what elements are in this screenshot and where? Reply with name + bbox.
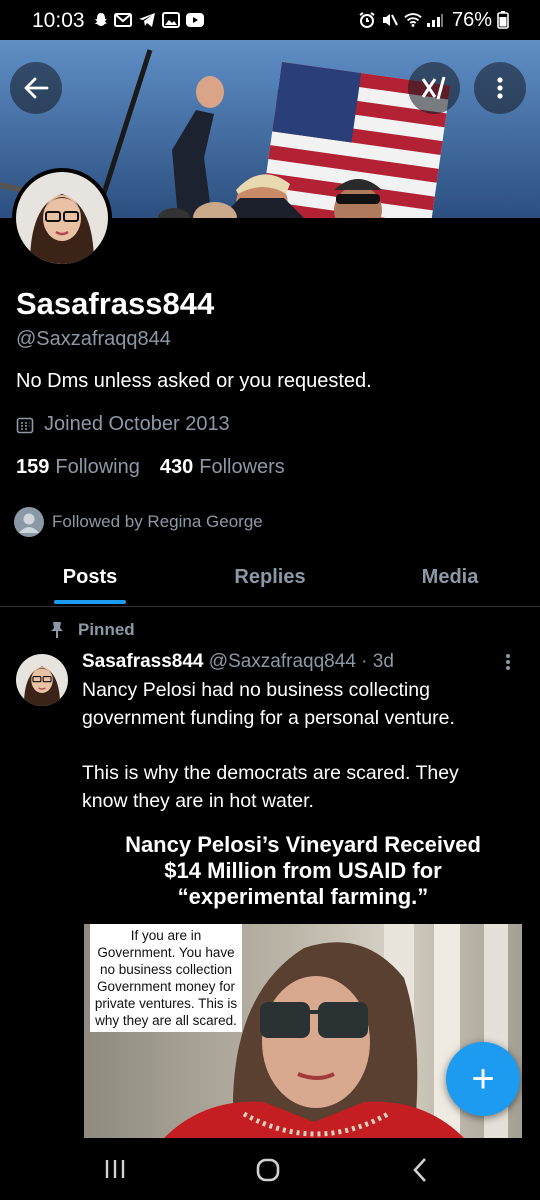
media-caption-line: If you are in: [130, 928, 202, 943]
media-headline: Nancy Pelosi’s Vineyard Received $14 Mil…: [84, 832, 522, 910]
compose-plus-icon: +: [471, 1057, 495, 1101]
tab-posts[interactable]: Posts: [0, 548, 180, 606]
joined-date: Joined October 2013: [16, 413, 230, 436]
status-time: 10:03: [32, 9, 85, 32]
tab-replies[interactable]: Replies: [180, 548, 360, 606]
follower-avatar-icon: [14, 507, 44, 537]
media-photo: If you are in Government. You have no bu…: [84, 924, 522, 1138]
compose-post-button[interactable]: +: [446, 1042, 520, 1116]
chevron-left-icon: [413, 1158, 426, 1182]
following-link[interactable]: 159 Following: [16, 456, 140, 479]
signal-icon: [426, 12, 444, 28]
followed-by-text: Followed by Regina George: [52, 512, 263, 531]
home-button[interactable]: [256, 1158, 280, 1187]
pin-icon: [51, 622, 63, 638]
pinned-text: Pinned: [78, 620, 135, 639]
system-back-button[interactable]: [412, 1157, 428, 1188]
profile-bio: No Dms unless asked or you requested.: [16, 370, 372, 392]
followers-count: 430: [159, 456, 194, 478]
recent-apps-button[interactable]: [104, 1158, 126, 1185]
back-button[interactable]: [10, 62, 62, 114]
post-separator: ·: [361, 651, 368, 672]
follow-stats: 159 Following 430 Followers: [16, 456, 285, 479]
joined-text: Joined October 2013: [44, 413, 230, 435]
battery-icon: [496, 11, 510, 29]
grok-button[interactable]: [408, 62, 460, 114]
home-icon: [256, 1158, 280, 1182]
following-label: Following: [55, 456, 140, 478]
system-nav-bar: [0, 1138, 540, 1200]
post-author-avatar[interactable]: [16, 654, 68, 706]
profile-tabs: Posts Replies Media: [0, 548, 540, 607]
mail-notification-icon: [114, 12, 132, 28]
more-vertical-icon: [506, 654, 510, 670]
battery-percent: 76%: [452, 9, 493, 31]
media-caption-line: no business collection: [99, 962, 233, 977]
active-tab-indicator: [54, 600, 126, 604]
followers-link[interactable]: 430 Followers: [160, 456, 285, 479]
recent-apps-icon: [105, 1160, 125, 1178]
media-caption-line: why they are all scared.: [95, 1013, 237, 1028]
post-author-handle[interactable]: @Saxzafraqq844: [209, 651, 356, 672]
media-headline-line: “experimental farming.”: [177, 884, 429, 909]
media-caption: If you are in Government. You have no bu…: [90, 924, 242, 1032]
post-text-line: Nancy Pelosi had no business collecting: [82, 679, 430, 701]
media-caption-line: Government money for: [96, 979, 236, 994]
calendar-icon: [16, 417, 34, 433]
media-headline-line: $14 Million from USAID for: [164, 858, 442, 883]
post-more-button[interactable]: [505, 652, 511, 677]
post-text-line: know they are in hot water.: [82, 790, 314, 812]
media-headline-line: Nancy Pelosi’s Vineyard Received: [125, 832, 481, 857]
display-name: Sasafrass844: [16, 286, 215, 321]
youtube-notification-icon: [186, 12, 204, 28]
profile-avatar[interactable]: [12, 168, 112, 268]
back-arrow-icon: [24, 77, 49, 99]
following-count: 159: [16, 456, 50, 478]
more-options-button[interactable]: [474, 62, 526, 114]
more-vertical-icon: [497, 77, 503, 99]
snapchat-notification-icon: [92, 12, 110, 28]
grok-icon: [421, 76, 446, 100]
post-author-name[interactable]: Sasafrass844: [82, 651, 204, 672]
pinned-label: Pinned: [50, 620, 135, 640]
gallery-notification-icon: [162, 12, 180, 28]
username-handle: @Saxzafraqq844: [16, 328, 171, 350]
post-text-line: This is why the democrats are scared. Th…: [82, 762, 459, 784]
media-caption-line: private ventures. This is: [94, 996, 238, 1011]
media-caption-line: Government. You have: [97, 945, 235, 960]
telegram-notification-icon: [138, 12, 156, 28]
mute-icon: [380, 12, 398, 28]
post-text-line: government funding for a personal ventur…: [82, 707, 455, 729]
status-bar: 10:03 76%: [0, 0, 540, 40]
post-time: 3d: [372, 651, 394, 672]
followers-label: Followers: [199, 456, 285, 478]
wifi-icon: [404, 12, 422, 28]
alarm-icon: [358, 12, 376, 28]
followed-by-row[interactable]: Followed by Regina George: [14, 507, 263, 537]
tab-media[interactable]: Media: [360, 548, 540, 606]
post-header: Sasafrass844 @Saxzafraqq844 · 3d: [82, 651, 394, 673]
